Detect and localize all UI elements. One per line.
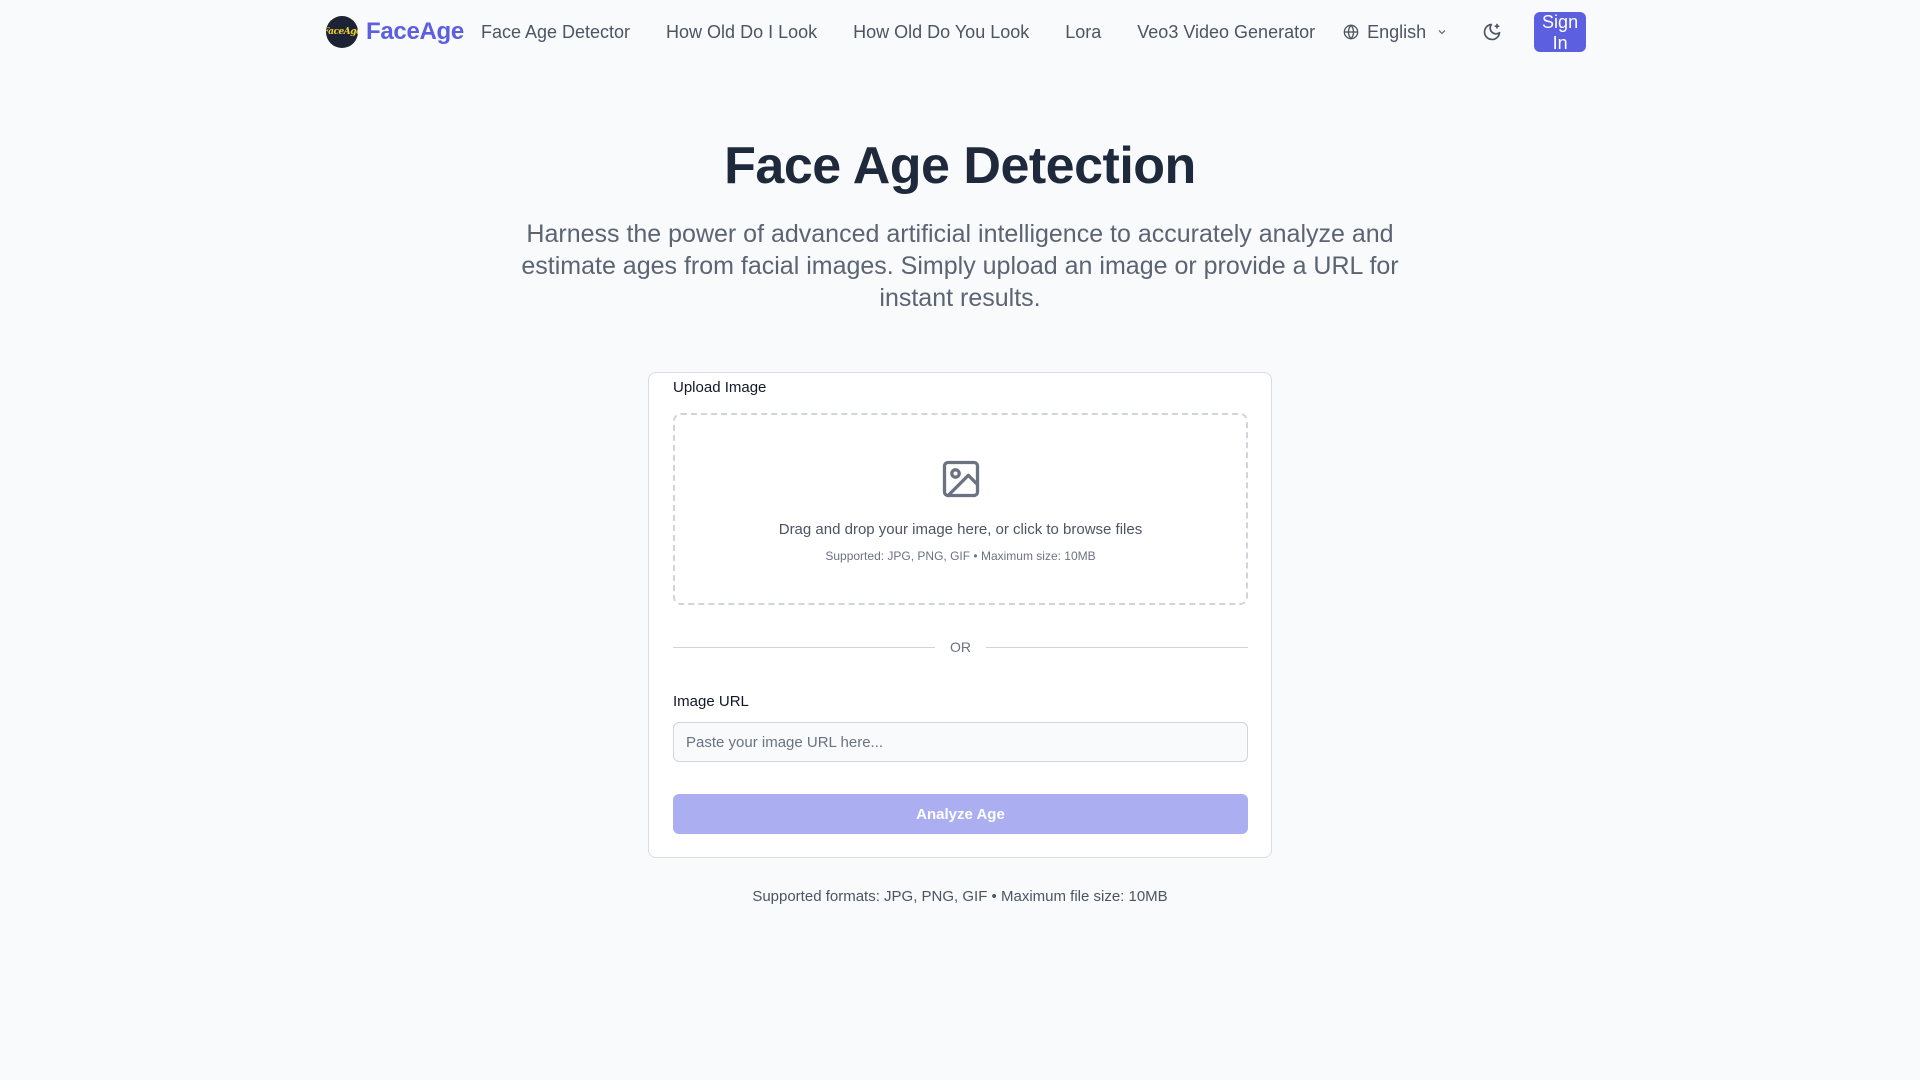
divider-line-right	[986, 647, 1248, 648]
nav-bar: FaceAge FaceAge Face Age Detector How Ol…	[326, 12, 1586, 53]
upload-card: Upload Image Drag and drop your image he…	[648, 372, 1272, 858]
logo-mark-text: FaceAge	[326, 27, 358, 37]
language-selector[interactable]: English	[1343, 22, 1456, 43]
language-label: English	[1367, 21, 1427, 42]
logo-text: FaceAge	[366, 18, 464, 45]
image-icon	[942, 460, 980, 498]
moon-icon	[1483, 23, 1501, 41]
image-url-label: Image URL	[673, 693, 749, 710]
theme-toggle-button[interactable]	[1482, 20, 1502, 44]
logo-link[interactable]: FaceAge FaceAge	[326, 16, 464, 48]
sign-in-button[interactable]: Sign In	[1534, 12, 1586, 53]
nav-link-lora[interactable]: Lora	[1065, 22, 1101, 43]
top-navigation: FaceAge FaceAge Face Age Detector How Ol…	[0, 0, 1920, 64]
globe-icon	[1343, 24, 1359, 40]
logo-icon: FaceAge	[326, 16, 358, 48]
nav-link-how-old-do-i-look[interactable]: How Old Do I Look	[666, 22, 817, 43]
or-divider: OR	[673, 639, 1248, 655]
upload-image-label: Upload Image	[673, 379, 767, 396]
dropzone-instructions: Drag and drop your image here, or click …	[778, 521, 1143, 538]
page-title: Face Age Detection	[724, 137, 1196, 195]
nav-link-face-age-detector[interactable]: Face Age Detector	[481, 22, 630, 43]
analyze-age-button[interactable]: Analyze Age	[673, 794, 1248, 834]
nav-link-veo3-video-generator[interactable]: Veo3 Video Generator	[1137, 22, 1315, 43]
supported-formats-note: Supported formats: JPG, PNG, GIF • Maxim…	[752, 888, 1168, 905]
image-url-input[interactable]	[673, 722, 1248, 762]
page-description: Harness the power of advanced artificial…	[521, 220, 1399, 312]
chevron-down-icon	[1438, 30, 1446, 35]
dropzone-supported-formats: Supported: JPG, PNG, GIF • Maximum size:…	[825, 549, 1096, 563]
image-dropzone[interactable]: Drag and drop your image here, or click …	[673, 413, 1248, 605]
nav-link-how-old-do-you-look[interactable]: How Old Do You Look	[853, 22, 1029, 43]
